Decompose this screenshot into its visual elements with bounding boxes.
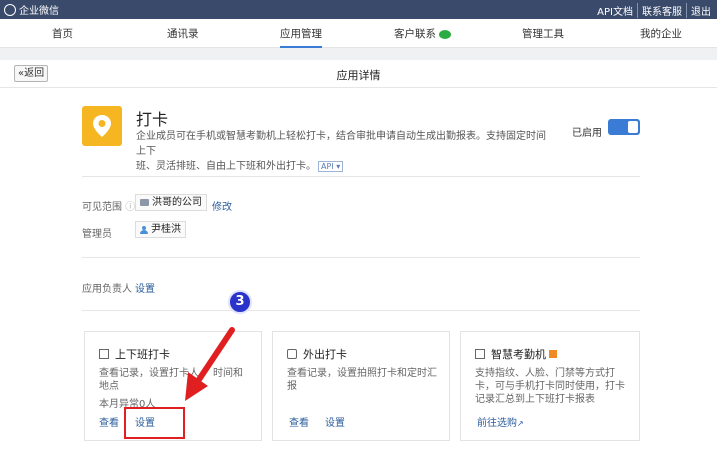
nav-contacts[interactable]: 通讯录 [167, 26, 199, 48]
card-clock-in-desc-line-1-tail: 时间和 [213, 368, 243, 379]
page-title: 应用详情 [336, 69, 381, 82]
card-smart-device-buy-label: 前往选购 [477, 418, 517, 429]
card-outdoor-desc-line-2: 报 [287, 381, 297, 392]
card-smart-device-desc-line-1: 支持指纹、人脸、门禁等方式打 [475, 368, 615, 379]
app-description: 企业成员可在手机或智慧考勤机上轻松打卡，结合审批申请自动生成出勤报表。支持固定时… [136, 129, 546, 174]
nav-app-management[interactable]: 应用管理 [280, 26, 322, 48]
external-link-icon: ↗ [517, 419, 524, 428]
divider [82, 176, 640, 177]
nav-customer-contact-label: 客户联系 [394, 28, 436, 40]
card-smart-device-desc: 支持指纹、人脸、门禁等方式打 卡，可与手机打卡同时使用，打卡 记录汇总到上下班打… [475, 367, 625, 406]
app-name: 打卡 [136, 110, 169, 129]
app-description-line-1: 企业成员可在手机或智慧考勤机上轻松打卡，结合审批申请自动生成出勤报表。支持固定时… [136, 131, 546, 157]
divider [82, 257, 640, 258]
wecom-logo-icon [4, 3, 16, 16]
nav-home[interactable]: 首页 [52, 26, 73, 48]
folder-icon [140, 199, 149, 206]
card-outdoor-title: 外出打卡 [287, 346, 347, 362]
info-icon: ⓘ [125, 202, 136, 213]
separator-band [0, 48, 717, 60]
list-icon [99, 349, 109, 359]
admin-name: 尹桂洪 [151, 224, 181, 235]
top-links: API文档 联系客服 退出 [593, 3, 715, 18]
person-icon [140, 225, 148, 234]
contact-support-link[interactable]: 联系客服 [637, 3, 686, 18]
edit-visibility-link[interactable]: 修改 [212, 198, 232, 213]
location-pin-icon [93, 115, 111, 137]
highlight-box [124, 407, 185, 439]
enable-toggle[interactable] [608, 119, 640, 135]
step-badge: 3 [228, 290, 252, 314]
card-smart-device-desc-line-3: 记录汇总到上下班打卡报表 [475, 394, 595, 405]
app-description-line-2: 班、灵活排班、自由上下班和外出打卡。 API ▾ [136, 159, 546, 174]
camera-icon [287, 349, 297, 359]
brand-name: 企业微信 [19, 6, 59, 17]
card-clock-in-view-link[interactable]: 查看 [99, 414, 119, 429]
owner-label: 应用负责人 [82, 284, 132, 295]
card-outdoor-desc: 查看记录，设置拍照打卡和定时汇 报 [287, 367, 437, 393]
api-docs-link[interactable]: API文档 [593, 3, 637, 18]
set-owner-link[interactable]: 设置 [135, 280, 155, 295]
visibility-scope: 洪哥的公司 [152, 197, 202, 208]
divider [82, 310, 640, 311]
api-tag-label: API [321, 162, 334, 171]
card-clock-in-desc: 查看记录，设置打卡人 时间和 地点 [99, 367, 243, 393]
card-smart-device-title-text: 智慧考勤机 [491, 348, 546, 361]
admin-label: 管理员 [82, 229, 112, 240]
nav-management-tools[interactable]: 管理工具 [522, 26, 564, 48]
card-clock-in-title-text: 上下班打卡 [115, 348, 170, 361]
card-smart-device-desc-line-2: 卡，可与手机打卡同时使用，打卡 [475, 381, 625, 392]
card-smart-device-title: 智慧考勤机 [475, 346, 557, 362]
card-outdoor-title-text: 外出打卡 [303, 348, 347, 361]
visibility-scope-chip: 洪哥的公司 [135, 194, 207, 211]
admin-chip: 尹桂洪 [135, 221, 186, 238]
sub-header: «返回 应用详情 [0, 60, 717, 88]
card-clock-in-desc-line-2: 地点 [99, 381, 119, 392]
main-nav: 首页 通讯录 应用管理 客户联系 管理工具 我的企业 [0, 19, 717, 48]
card-smart-device: 智慧考勤机 支持指纹、人脸、门禁等方式打 卡，可与手机打卡同时使用，打卡 记录汇… [460, 331, 640, 441]
new-badge [549, 350, 557, 358]
visibility-label-text: 可见范围 [82, 202, 122, 213]
card-outdoor-desc-line-1: 查看记录，设置拍照打卡和定时汇 [287, 368, 437, 379]
logout-link[interactable]: 退出 [686, 3, 715, 18]
app-description-line-2-text: 班、灵活排班、自由上下班和外出打卡。 [136, 161, 316, 172]
api-tag[interactable]: API ▾ [318, 161, 344, 172]
card-outdoor-view-link[interactable]: 查看 [289, 414, 309, 429]
wechat-icon [439, 29, 451, 39]
card-outdoor: 外出打卡 查看记录，设置拍照打卡和定时汇 报 查看 设置 [272, 331, 450, 441]
card-outdoor-set-link[interactable]: 设置 [325, 414, 345, 429]
card-clock-in-desc-line-1-head: 查看记录，设置打卡人 [99, 368, 199, 379]
nav-customer-contact[interactable]: 客户联系 [394, 26, 451, 48]
nav-my-company[interactable]: 我的企业 [640, 26, 682, 48]
app-icon [82, 106, 122, 146]
card-smart-device-buy-link[interactable]: 前往选购↗ [477, 414, 524, 429]
brand[interactable]: 企业微信 [4, 2, 59, 17]
card-clock-in-title: 上下班打卡 [99, 346, 170, 362]
toggle-knob [628, 121, 638, 133]
device-icon [475, 349, 485, 359]
card-clock-in-desc-line-1: 查看记录，设置打卡人 时间和 [99, 367, 243, 380]
top-bar: 企业微信 API文档 联系客服 退出 [0, 0, 717, 19]
visibility-label: 可见范围 ⓘ [82, 198, 135, 213]
enabled-status-label: 已启用 [572, 128, 602, 139]
